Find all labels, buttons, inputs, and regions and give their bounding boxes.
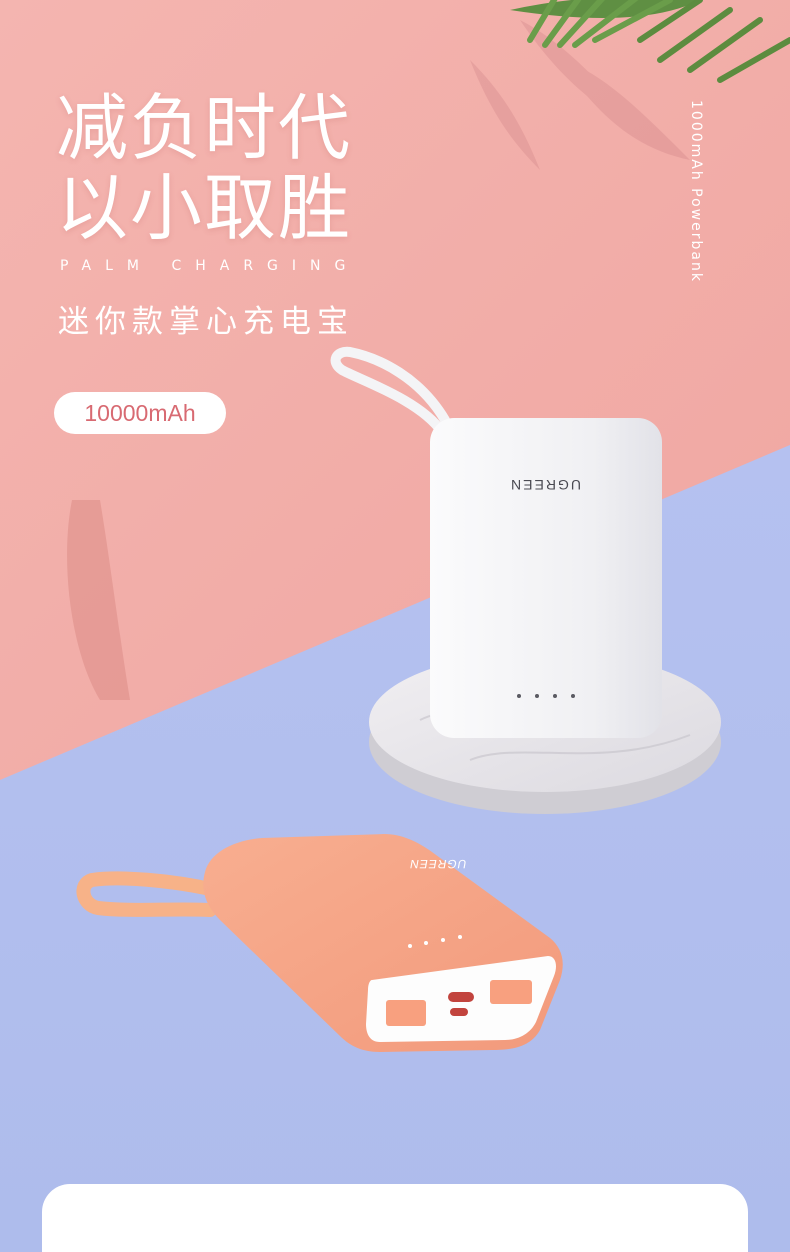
- vertical-label: 1000mAh Powerbank: [688, 100, 704, 283]
- headline-line-1: 减负时代: [56, 86, 353, 170]
- white-device-logo: UGREEN: [509, 477, 581, 493]
- usb-port-left: [386, 1000, 426, 1026]
- micro-usb-port: [450, 1008, 468, 1016]
- coral-device-logo: UGREEN: [408, 857, 468, 871]
- headline-line-2: 以小取胜: [56, 166, 353, 250]
- subtitle: 迷你款掌心充电宝: [58, 304, 354, 340]
- english-tagline: PALM CHARGING: [60, 258, 360, 274]
- usb-port-right: [490, 980, 532, 1004]
- usb-c-port: [448, 992, 474, 1002]
- capacity-badge: 10000mAh: [54, 392, 226, 434]
- product-banner: UGREEN UGREEN 减负时代 以小取胜 PALM CHARGING 迷你…: [0, 0, 790, 1252]
- bottom-card: [42, 1184, 748, 1252]
- white-power-bank: [430, 418, 662, 738]
